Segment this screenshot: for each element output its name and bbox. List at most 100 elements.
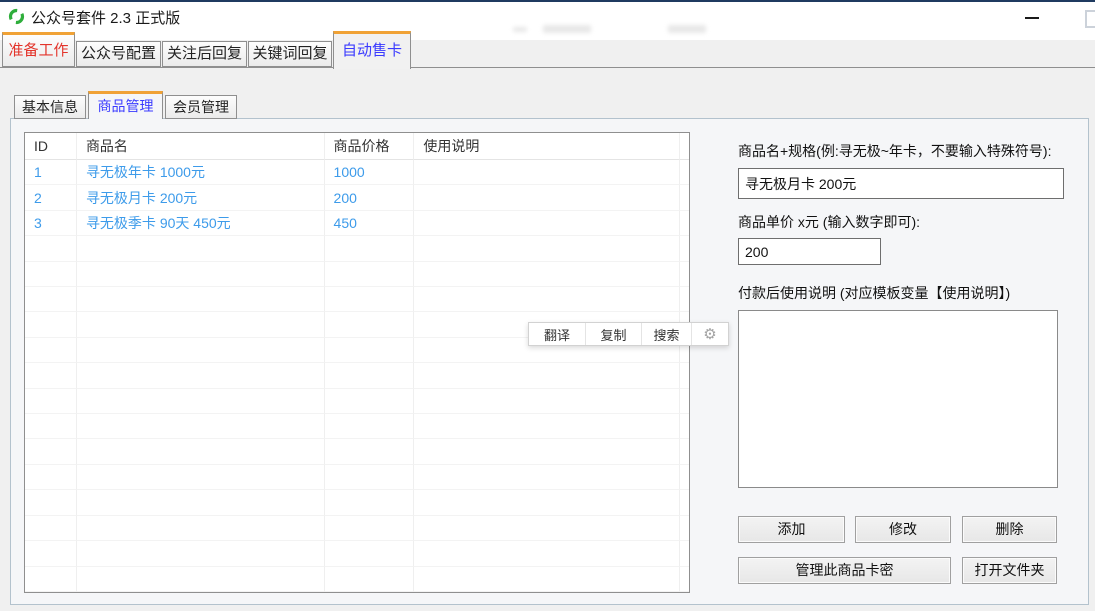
table-cell bbox=[325, 389, 415, 414]
table-cell bbox=[414, 567, 680, 592]
table-cell bbox=[77, 465, 325, 490]
table-cell: 200 bbox=[325, 185, 415, 210]
table-cell bbox=[680, 211, 689, 236]
table-cell bbox=[25, 516, 77, 541]
table-row[interactable] bbox=[25, 262, 689, 287]
table-cell bbox=[325, 262, 415, 287]
table-cell bbox=[414, 185, 680, 210]
table-cell bbox=[680, 287, 689, 312]
tab-auto-card-sale[interactable]: 自动售卡 bbox=[333, 31, 411, 69]
add-button[interactable]: 添加 bbox=[738, 516, 845, 543]
table-cell bbox=[325, 312, 415, 337]
manage-card-keys-button[interactable]: 管理此商品卡密 bbox=[738, 557, 951, 584]
table-cell bbox=[25, 389, 77, 414]
table-cell bbox=[414, 465, 680, 490]
table-cell: 1000 bbox=[325, 160, 415, 185]
product-price-input[interactable] bbox=[738, 238, 881, 265]
table-row[interactable] bbox=[25, 541, 689, 566]
table-cell bbox=[325, 236, 415, 261]
subtab-member-management[interactable]: 会员管理 bbox=[165, 95, 237, 119]
translate-button[interactable]: 翻译 bbox=[529, 323, 586, 345]
subtab-basic-info[interactable]: 基本信息 bbox=[14, 95, 86, 119]
subtab-product-management[interactable]: 商品管理 bbox=[88, 91, 163, 119]
table-cell bbox=[680, 185, 689, 210]
tab-follow-reply[interactable]: 关注后回复 bbox=[162, 41, 247, 67]
table-cell bbox=[77, 516, 325, 541]
table-cell bbox=[414, 160, 680, 185]
product-price-label: 商品单价 x元 (输入数字即可): bbox=[738, 212, 920, 232]
table-cell bbox=[414, 389, 680, 414]
table-cell bbox=[25, 262, 77, 287]
table-cell: 寻无极季卡 90天 450元 bbox=[77, 211, 325, 236]
table-cell bbox=[680, 439, 689, 464]
usage-description-label: 付款后使用说明 (对应模板变量【使用说明】) bbox=[738, 283, 1010, 303]
table-cell bbox=[77, 414, 325, 439]
table-cell bbox=[414, 490, 680, 515]
table-row[interactable] bbox=[25, 439, 689, 464]
table-cell bbox=[77, 439, 325, 464]
table-cell bbox=[77, 541, 325, 566]
modify-button[interactable]: 修改 bbox=[855, 516, 951, 543]
search-button[interactable]: 搜索 bbox=[642, 323, 692, 345]
table-row[interactable] bbox=[25, 465, 689, 490]
table-cell bbox=[77, 567, 325, 592]
text-selection-toolbar: 翻译 复制 搜索 ⚙ bbox=[528, 322, 729, 346]
product-name-input[interactable] bbox=[738, 168, 1064, 199]
table-row[interactable] bbox=[25, 236, 689, 261]
table-cell bbox=[680, 516, 689, 541]
minimize-button[interactable] bbox=[1022, 8, 1042, 28]
tab-account-config[interactable]: 公众号配置 bbox=[76, 41, 161, 67]
table-row[interactable] bbox=[25, 567, 689, 592]
table-cell bbox=[25, 287, 77, 312]
table-cell bbox=[414, 211, 680, 236]
table-cell bbox=[325, 516, 415, 541]
table-row[interactable] bbox=[25, 287, 689, 312]
recycle-green-icon bbox=[8, 8, 25, 25]
table-cell: 450 bbox=[325, 211, 415, 236]
table-row[interactable] bbox=[25, 389, 689, 414]
app-window: 公众号套件 2.3 正式版 准备工作 公众号配置 关注后回复 关键词回复 自动售… bbox=[0, 0, 1095, 611]
table-row[interactable] bbox=[25, 414, 689, 439]
open-folder-button[interactable]: 打开文件夹 bbox=[962, 557, 1057, 584]
table-cell: 寻无极月卡 200元 bbox=[77, 185, 325, 210]
table-cell bbox=[77, 338, 325, 363]
background-artifact bbox=[543, 25, 591, 33]
tab-prepare-work[interactable]: 准备工作 bbox=[2, 32, 75, 67]
table-cell bbox=[77, 363, 325, 388]
table-row[interactable]: 1寻无极年卡 1000元1000 bbox=[25, 160, 689, 185]
table-cell bbox=[414, 262, 680, 287]
table-cell bbox=[25, 236, 77, 261]
table-cell bbox=[680, 236, 689, 261]
tab-keyword-reply[interactable]: 关键词回复 bbox=[248, 41, 332, 67]
table-row[interactable] bbox=[25, 516, 689, 541]
product-name-label: 商品名+规格(例:寻无极~年卡，不要输入特殊符号): bbox=[738, 141, 1051, 161]
table-cell: 3 bbox=[25, 211, 77, 236]
table-cell bbox=[680, 262, 689, 287]
table-cell bbox=[680, 541, 689, 566]
table-cell bbox=[325, 363, 415, 388]
table-row[interactable] bbox=[25, 490, 689, 515]
table-cell bbox=[325, 490, 415, 515]
column-header-spacer bbox=[680, 133, 689, 160]
maximize-button[interactable] bbox=[1085, 10, 1095, 28]
table-row[interactable]: 2寻无极月卡 200元200 bbox=[25, 185, 689, 210]
table-cell bbox=[414, 541, 680, 566]
table-cell bbox=[680, 414, 689, 439]
copy-button[interactable]: 复制 bbox=[586, 323, 642, 345]
table-cell bbox=[77, 262, 325, 287]
table-row[interactable]: 3寻无极季卡 90天 450元450 bbox=[25, 211, 689, 236]
table-cell bbox=[25, 490, 77, 515]
gear-icon[interactable]: ⚙ bbox=[692, 323, 728, 345]
table-cell bbox=[325, 287, 415, 312]
product-table[interactable]: ID 商品名 商品价格 使用说明 1寻无极年卡 1000元10002寻无极月卡 … bbox=[24, 132, 690, 593]
table-cell bbox=[325, 338, 415, 363]
column-header-usage: 使用说明 bbox=[414, 133, 680, 160]
table-cell bbox=[680, 567, 689, 592]
usage-description-textarea[interactable] bbox=[738, 310, 1058, 488]
table-cell bbox=[414, 516, 680, 541]
table-cell bbox=[680, 389, 689, 414]
table-cell bbox=[25, 338, 77, 363]
delete-button[interactable]: 删除 bbox=[962, 516, 1057, 543]
table-row[interactable] bbox=[25, 363, 689, 388]
table-cell bbox=[77, 287, 325, 312]
